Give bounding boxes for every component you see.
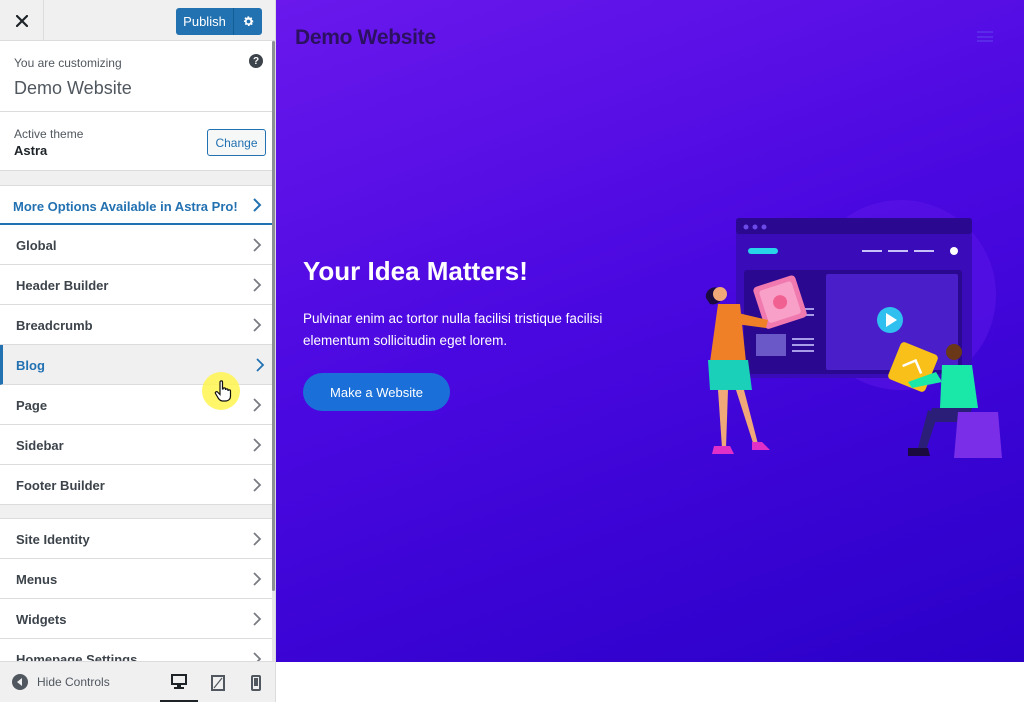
site-name: Demo Website: [14, 78, 132, 98]
make-website-button[interactable]: Make a Website: [303, 373, 450, 411]
chevron-right-icon: [253, 398, 262, 412]
chevron-right-icon: [253, 438, 262, 452]
active-theme-name: Astra: [14, 143, 48, 158]
close-icon: [15, 14, 28, 27]
customizing-label: You are customizing: [14, 56, 122, 70]
site-preview: Demo Website Your Idea Matters! Pulvinar…: [276, 0, 1024, 662]
help-icon[interactable]: ?: [249, 54, 263, 68]
close-button[interactable]: [0, 0, 44, 41]
chevron-right-icon: [253, 612, 262, 626]
menu-item-label: Header Builder: [16, 278, 109, 293]
customizer-header: Publish: [0, 0, 275, 41]
astra-pro-link[interactable]: More Options Available in Astra Pro!: [0, 185, 272, 225]
hero-illustration: [705, 200, 1002, 458]
hide-controls-label: Hide Controls: [37, 675, 110, 689]
customizer-sidebar: Publish You are customizing Demo Website…: [0, 0, 276, 702]
menu-item-sidebar[interactable]: Sidebar: [0, 425, 272, 465]
hero-title: Your Idea Matters!: [303, 256, 528, 286]
menu-item-header-builder[interactable]: Header Builder: [0, 265, 272, 305]
menu-item-label: Widgets: [16, 612, 67, 627]
menu-item-menus[interactable]: Menus: [0, 559, 272, 599]
menu-item-label: Sidebar: [16, 438, 64, 453]
menu-item-label: Homepage Settings: [16, 652, 138, 661]
gear-icon: [243, 16, 254, 26]
customizer-panel[interactable]: You are customizing Demo Website ? Activ…: [0, 41, 272, 661]
chevron-right-icon: [253, 652, 262, 661]
menu-item-site-identity[interactable]: Site Identity: [0, 519, 272, 559]
chevron-right-icon: [253, 278, 262, 292]
tablet-icon: [211, 674, 225, 691]
menu-item-label: Blog: [16, 358, 45, 373]
menu-item-label: Breadcrumb: [16, 318, 93, 333]
chevron-right-icon: [253, 532, 262, 546]
chevron-right-icon: [253, 478, 262, 492]
menu-item-homepage-settings[interactable]: Homepage Settings: [0, 639, 272, 661]
change-theme-button[interactable]: Change: [207, 129, 266, 156]
chevron-right-icon: [253, 198, 262, 212]
chevron-right-icon: [253, 318, 262, 332]
customizing-info: You are customizing Demo Website ?: [0, 41, 272, 112]
scrollbar-thumb[interactable]: [272, 41, 275, 591]
menu-item-footer-builder[interactable]: Footer Builder: [0, 465, 272, 505]
hamburger-icon[interactable]: [977, 31, 993, 42]
mobile-icon: [251, 674, 261, 691]
menu-item-label: Page: [16, 398, 48, 413]
menu-item-breadcrumb[interactable]: Breadcrumb: [0, 305, 272, 345]
astra-pro-label: More Options Available in Astra Pro!: [13, 199, 238, 214]
menu-group-secondary: Site Identity Menus Widgets Homepage Settin…: [0, 519, 272, 661]
mobile-preview-button[interactable]: [237, 662, 275, 702]
menu-item-global[interactable]: Global: [0, 225, 272, 265]
chevron-right-icon: [253, 238, 262, 252]
active-theme-section: Active theme Astra Change: [0, 112, 272, 171]
tablet-preview-button[interactable]: [199, 662, 237, 702]
menu-item-label: Global: [16, 238, 57, 253]
chevron-right-icon: [256, 358, 265, 372]
preview-bottom-strip: [276, 662, 1024, 702]
section-divider: [0, 505, 272, 519]
publish-group: Publish: [176, 8, 262, 35]
preview-site-title[interactable]: Demo Website: [295, 26, 436, 50]
hand-cursor-icon: [214, 380, 232, 402]
hide-controls-button[interactable]: Hide Controls: [12, 674, 110, 690]
arrow-left-circle-icon: [12, 674, 28, 690]
menu-item-label: Menus: [16, 572, 58, 587]
chevron-right-icon: [253, 572, 262, 586]
desktop-preview-button[interactable]: [160, 662, 198, 702]
menu-item-widgets[interactable]: Widgets: [0, 599, 272, 639]
desktop-icon: [171, 673, 187, 689]
section-divider: [0, 171, 272, 185]
publish-settings-button[interactable]: [234, 8, 262, 35]
menu-item-label: Footer Builder: [16, 478, 105, 493]
menu-item-label: Site Identity: [16, 532, 90, 547]
active-theme-label: Active theme: [14, 127, 84, 141]
hero-text: Pulvinar enim ac tortor nulla facilisi t…: [303, 311, 603, 348]
customizer-footer: Hide Controls: [0, 661, 275, 702]
publish-button[interactable]: Publish: [176, 8, 234, 35]
menu-group-primary: Global Header Builder Breadcrumb Blog Page Si…: [0, 225, 272, 505]
